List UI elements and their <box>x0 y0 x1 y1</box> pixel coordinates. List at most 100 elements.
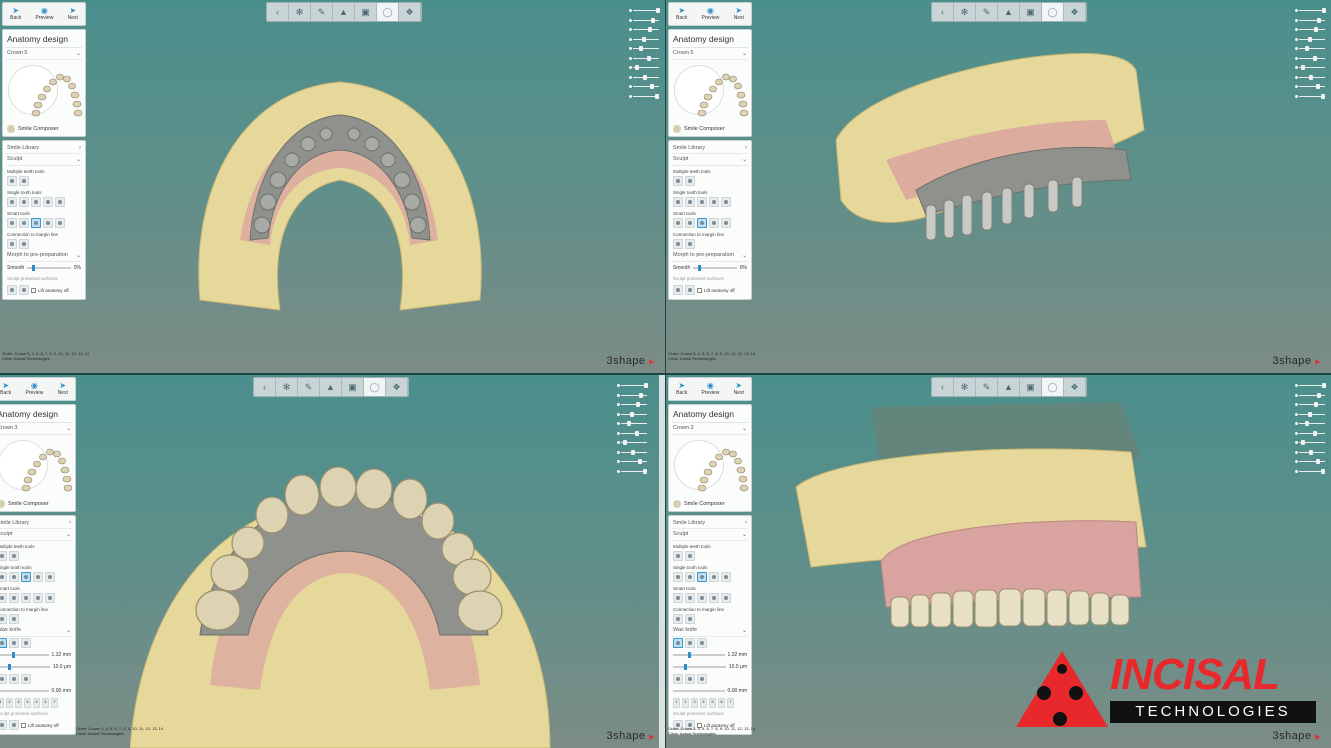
wax-offset-field[interactable]: 0.00 mm <box>0 685 72 697</box>
slider-track[interactable] <box>621 423 647 424</box>
visibility-slider-2[interactable] <box>1295 16 1327 26</box>
slider-knob[interactable] <box>626 421 631 426</box>
slider-knob[interactable] <box>1322 383 1327 388</box>
slider-track[interactable] <box>633 19 659 21</box>
smart-cusp-tool[interactable] <box>709 593 719 603</box>
single-gravity-tool[interactable] <box>709 572 719 582</box>
toolbar-step-coping[interactable]: ▣ <box>1020 378 1042 396</box>
slider-track[interactable] <box>1299 461 1325 462</box>
crown-select[interactable]: Crown 3 ⌄ <box>672 423 748 435</box>
slider-track[interactable] <box>633 10 659 11</box>
single-move-tool[interactable] <box>7 197 17 207</box>
visibility-slider-3[interactable] <box>1295 400 1327 410</box>
smooth-knob[interactable] <box>697 265 701 271</box>
slider-track[interactable] <box>1299 404 1325 405</box>
visibility-slider-7[interactable] <box>617 438 649 448</box>
crown-select[interactable]: Crown 3 ⌄ <box>0 423 72 435</box>
single-move-tool[interactable] <box>673 572 683 582</box>
viewport-top-left[interactable]: ‹ ✻ ✎ ▲ ▣ ◯ ❖ ➤ Back ◉ Preview ➤ Next Anato… <box>0 0 665 373</box>
slider-track[interactable] <box>1299 29 1325 30</box>
single-clear-tool[interactable] <box>721 197 731 207</box>
wax-depth-slider[interactable]: 10.0 μm <box>672 661 748 673</box>
wax-number-3[interactable]: 3 <box>691 698 698 708</box>
visibility-slider-8[interactable] <box>1295 73 1327 83</box>
slider-knob[interactable] <box>635 65 640 70</box>
wax-knife-header[interactable]: Wax knife⌄ <box>0 625 72 637</box>
multi-move-tool[interactable] <box>0 551 7 561</box>
slider-track[interactable] <box>1299 38 1325 40</box>
visibility-slider-8[interactable] <box>617 448 649 458</box>
visibility-slider-9[interactable] <box>617 457 649 467</box>
single-move-tool[interactable] <box>0 572 7 582</box>
wax-number-1[interactable]: 1 <box>673 698 680 708</box>
smart-anatomy-tool[interactable] <box>673 218 683 228</box>
toolbar-step-anatomy[interactable]: ◯ <box>1042 378 1064 396</box>
slider-knob[interactable] <box>1320 93 1325 99</box>
morph-header[interactable]: Morph to pre-preparation ⌄ <box>6 250 82 262</box>
visibility-slider-1[interactable] <box>629 6 661 16</box>
toolbar-step-margin[interactable]: ✻ <box>276 378 298 396</box>
toolbar-step-insertion[interactable]: ✎ <box>976 378 998 396</box>
single-rotate-tool[interactable] <box>19 197 29 207</box>
slider-knob[interactable] <box>643 74 648 80</box>
slider-track[interactable] <box>1299 423 1325 424</box>
multi-scale-tool[interactable] <box>685 551 695 561</box>
single-scale-tool[interactable] <box>21 572 31 582</box>
smart-anatomy-tool[interactable] <box>673 593 683 603</box>
visibility-slider-4[interactable] <box>617 410 649 420</box>
single-scale-tool[interactable] <box>31 197 41 207</box>
single-scale-tool[interactable] <box>697 197 707 207</box>
wax-number-1[interactable]: 1 <box>0 698 4 708</box>
smart-cusp-tool[interactable] <box>33 593 43 603</box>
slider-knob[interactable] <box>642 468 647 474</box>
slider-knob[interactable] <box>1320 468 1325 474</box>
slider-knob[interactable] <box>623 440 628 445</box>
connect-smooth-tool[interactable] <box>685 239 695 249</box>
undo-tool[interactable] <box>7 285 17 295</box>
wax-size-track[interactable] <box>673 652 725 658</box>
single-move-tool[interactable] <box>673 197 683 207</box>
multi-scale-tool[interactable] <box>19 176 29 186</box>
lift-anatomy-checkbox[interactable] <box>21 722 26 728</box>
visibility-slider-2[interactable] <box>1295 391 1327 401</box>
preview-button[interactable]: ◉ Preview <box>702 382 720 397</box>
slider-track[interactable] <box>1299 48 1325 49</box>
redo-tool[interactable] <box>19 285 29 295</box>
slider-track[interactable] <box>633 29 659 30</box>
visibility-slider-6[interactable] <box>617 429 649 439</box>
wax-depth-slider[interactable]: 10.0 μm <box>0 661 72 673</box>
wax-offset-field[interactable]: 0.00 mm <box>672 685 748 697</box>
wax-shape-2[interactable] <box>9 674 19 684</box>
smooth-knob[interactable] <box>31 265 35 271</box>
arch-preview[interactable] <box>672 63 749 119</box>
toolbar-step-coping[interactable]: ▣ <box>342 378 364 396</box>
back-button[interactable]: ➤ Back <box>0 382 11 397</box>
viewport-bottom-left[interactable]: ‹ ✻ ✎ ▲ ▣ ◯ ❖ ➤ Back ◉ Preview ➤ Next Anato… <box>0 375 665 748</box>
visibility-slider-8[interactable] <box>1295 448 1327 458</box>
wax-number-7[interactable]: 7 <box>51 698 58 708</box>
undo-tool[interactable] <box>673 285 683 295</box>
visibility-slider-6[interactable] <box>1295 54 1327 64</box>
slider-knob[interactable] <box>1317 392 1322 398</box>
smooth-slider[interactable]: Smooth 0% <box>672 262 748 274</box>
next-button[interactable]: ➤ Next <box>734 382 744 397</box>
slider-knob[interactable] <box>639 392 644 398</box>
smooth-slider[interactable]: Smooth 0% <box>6 262 82 274</box>
visibility-slider-5[interactable] <box>1295 419 1327 429</box>
single-gravity-tool[interactable] <box>43 197 53 207</box>
wax-add-tool[interactable] <box>673 638 683 648</box>
toolbar-step-margin[interactable]: ✻ <box>289 3 311 21</box>
wax-number-6[interactable]: 6 <box>718 698 725 708</box>
slider-knob[interactable] <box>1312 55 1317 61</box>
visibility-slider-3[interactable] <box>617 400 649 410</box>
toolbar-step-insertion[interactable]: ✎ <box>311 3 333 21</box>
toolbar-step-die[interactable]: ▲ <box>320 378 342 396</box>
slider-knob[interactable] <box>636 402 641 407</box>
slider-knob[interactable] <box>1301 65 1306 70</box>
wax-drop-tool[interactable] <box>697 638 707 648</box>
crown-select[interactable]: Crown 5 ⌄ <box>6 48 82 60</box>
connect-margin-tool[interactable] <box>673 239 683 249</box>
toolbar-step-die[interactable]: ▲ <box>333 3 355 21</box>
multi-move-tool[interactable] <box>7 176 17 186</box>
smart-adapt-tool[interactable] <box>55 218 65 228</box>
